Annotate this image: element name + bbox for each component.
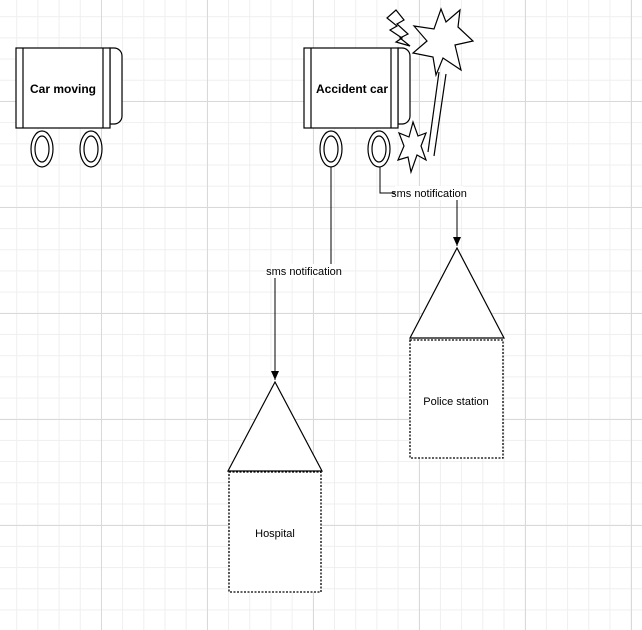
- explosion-star-icon: [411, 7, 475, 78]
- accident-car-node[interactable]: Accident car: [303, 47, 411, 168]
- lightning-bolt-icon: [386, 9, 411, 47]
- edge-label-hospital: sms notification: [266, 266, 342, 278]
- hospital-label: Hospital: [255, 528, 295, 540]
- crash-line: [427, 71, 440, 153]
- small-star-icon: [396, 119, 428, 175]
- roof-icon: [227, 380, 323, 472]
- car-moving-node[interactable]: Car moving: [15, 47, 123, 168]
- hospital-node[interactable]: Hospital: [227, 380, 323, 593]
- police-station-label: Police station: [423, 396, 488, 408]
- edge-to-police[interactable]: sms notification: [379, 167, 467, 246]
- diagram-canvas: Car moving Accident car sms notification: [15, 7, 505, 593]
- edge-to-hospital[interactable]: sms notification: [266, 167, 342, 380]
- police-station-node[interactable]: Police station: [409, 246, 505, 459]
- crash-line: [433, 73, 447, 157]
- wheel-icon: [367, 130, 391, 168]
- roof-icon: [409, 246, 505, 339]
- wheel-icon: [79, 130, 103, 168]
- edge-label-police: sms notification: [391, 188, 467, 200]
- wheel-icon: [30, 130, 54, 168]
- accident-car-label: Accident car: [316, 82, 388, 96]
- car-moving-label: Car moving: [30, 82, 96, 96]
- wheel-icon: [319, 130, 343, 168]
